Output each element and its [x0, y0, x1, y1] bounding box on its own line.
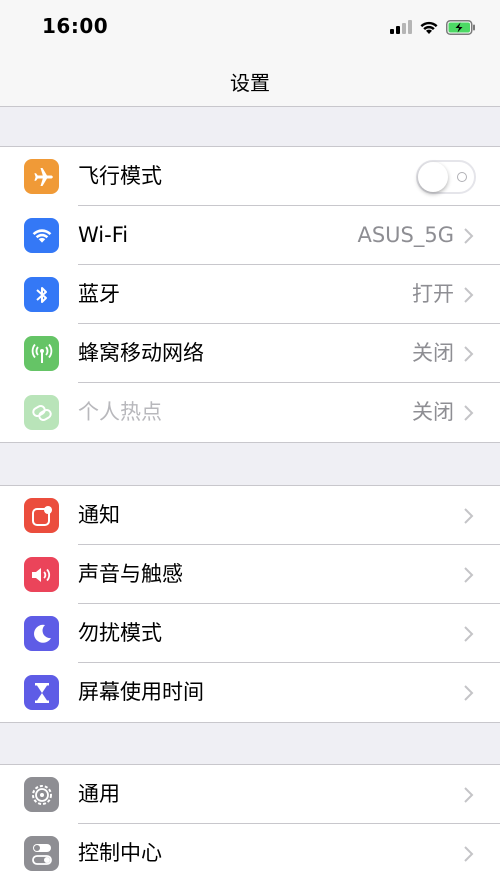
settings-row-wifi[interactable]: Wi-Fi ASUS_5G: [0, 206, 500, 265]
battery-charging-icon: [446, 19, 475, 35]
settings-row-value: 打开: [412, 282, 454, 306]
settings-row-label: 个人热点: [78, 400, 162, 424]
moon-icon: [24, 616, 59, 651]
status-time: 16:00: [42, 14, 109, 38]
chevron-right-icon: [464, 346, 474, 362]
toggle-knob: [418, 162, 448, 192]
settings-row-label: 通知: [78, 503, 120, 527]
settings-row-label: 控制中心: [78, 841, 162, 865]
settings-row-airplane-mode: 飞行模式: [0, 147, 500, 206]
settings-row-value: ASUS_5G: [357, 223, 454, 247]
airplane-icon: [24, 159, 59, 194]
settings-row-do-not-disturb[interactable]: 勿扰模式: [0, 604, 500, 663]
settings-row-screen-time[interactable]: 屏幕使用时间: [0, 663, 500, 722]
settings-row-label: 飞行模式: [78, 164, 162, 188]
settings-row-personal-hotspot[interactable]: 个人热点 关闭: [0, 383, 500, 442]
settings-row-label: 勿扰模式: [78, 621, 162, 645]
settings-row-label: Wi-Fi: [78, 223, 129, 247]
settings-row-general[interactable]: 通用: [0, 765, 500, 824]
status-bar: 16:00: [0, 0, 500, 56]
settings-row-label: 通用: [78, 782, 120, 806]
chevron-right-icon: [464, 405, 474, 421]
settings-row-label: 蓝牙: [78, 282, 120, 306]
chevron-right-icon: [464, 787, 474, 803]
settings-row-value: 关闭: [412, 341, 454, 365]
settings-row-notifications[interactable]: 通知: [0, 486, 500, 545]
chevron-right-icon: [464, 846, 474, 862]
settings-group-connectivity: 飞行模式 Wi-Fi ASUS_5G 蓝牙 打开 蜂窝移动网络 关闭 个人热点 …: [0, 146, 500, 443]
airplane-mode-toggle[interactable]: [416, 160, 476, 194]
chevron-right-icon: [464, 228, 474, 244]
chevron-right-icon: [464, 567, 474, 583]
cellular-antenna-icon: [24, 336, 59, 371]
navigation-bar: 设置: [0, 56, 500, 107]
chevron-right-icon: [464, 626, 474, 642]
cellular-signal-icon: [390, 20, 412, 34]
settings-row-label: 蜂窝移动网络: [78, 341, 204, 365]
settings-row-control-center[interactable]: 控制中心: [0, 824, 500, 883]
settings-group-notifications: 通知 声音与触感 勿扰模式 屏幕使用时间: [0, 485, 500, 723]
settings-row-label: 屏幕使用时间: [78, 680, 204, 704]
status-icons: [390, 16, 476, 38]
chevron-right-icon: [464, 685, 474, 701]
toggle-off-indicator: [457, 172, 467, 182]
hourglass-icon: [24, 675, 59, 710]
chevron-right-icon: [464, 508, 474, 524]
settings-row-value: 关闭: [412, 400, 454, 424]
chevron-right-icon: [464, 287, 474, 303]
wifi-icon: [24, 218, 59, 253]
settings-row-sounds-haptics[interactable]: 声音与触感: [0, 545, 500, 604]
settings-row-cellular[interactable]: 蜂窝移动网络 关闭: [0, 324, 500, 383]
page-title: 设置: [230, 70, 270, 95]
hotspot-link-icon: [24, 395, 59, 430]
settings-row-label: 声音与触感: [78, 562, 183, 586]
settings-group-general: 通用 控制中心: [0, 764, 500, 883]
speaker-icon: [24, 557, 59, 592]
toggles-icon: [24, 836, 59, 871]
bluetooth-icon: [24, 277, 59, 312]
settings-row-bluetooth[interactable]: 蓝牙 打开: [0, 265, 500, 324]
wifi-status-icon: [420, 21, 438, 34]
notifications-icon: [24, 498, 59, 533]
gear-icon: [24, 777, 59, 812]
